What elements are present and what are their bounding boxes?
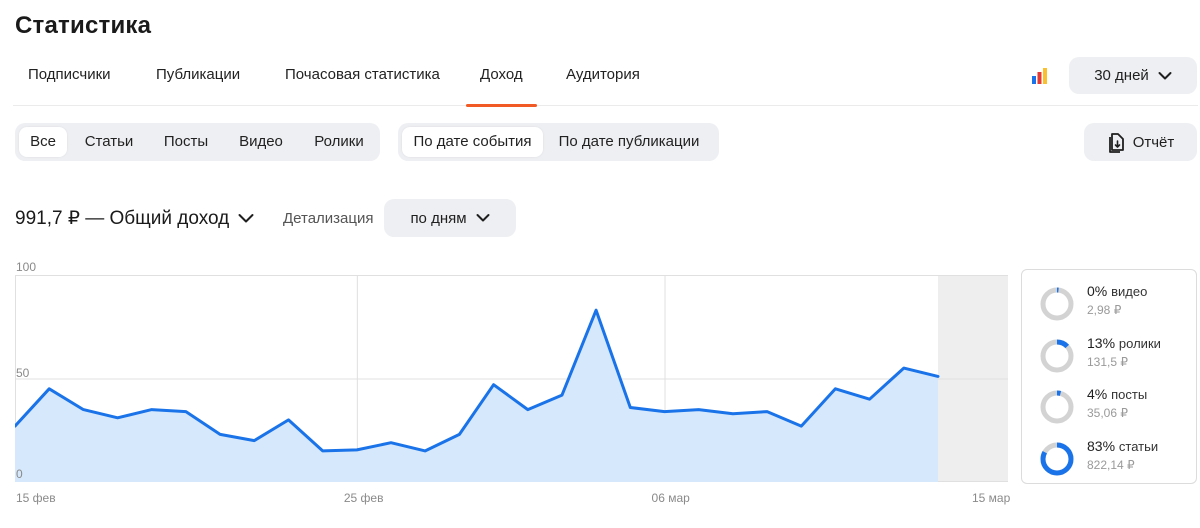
y-tick-label-0: 0 [16,467,23,481]
donut-track [1040,390,1074,424]
data-point-13 [457,432,461,436]
data-point-7 [252,439,256,443]
legend-category: видео [1111,284,1148,299]
legend-category: статьи [1118,439,1159,454]
tab-income[interactable]: Доход [466,66,537,107]
donut-articles [1040,442,1074,476]
data-point-22 [765,410,769,414]
chevron-down-icon [1158,71,1172,79]
data-point-1 [47,387,51,391]
data-point-9 [321,449,325,453]
x-tick-label-1: 25 фев [343,491,384,505]
legend-pct: 0% [1087,283,1108,299]
data-point-3 [116,416,120,420]
filter-video[interactable]: Видео [229,127,293,157]
data-point-15 [526,408,530,412]
legend-item-articles: 83% статьи 822,14 ₽ [1040,438,1190,478]
detail-value: по дням [410,209,467,227]
data-point-20 [697,408,701,412]
y-tick-label-100: 100 [16,260,37,274]
filter-by-publication-date[interactable]: По дате публикации [550,127,708,157]
income-breakdown-legend: 0% видео 2,98 ₽ 13% ролики 131,5 ₽ 4% по… [1021,269,1197,484]
chevron-down-icon [476,214,490,222]
legend-amount: 35,06 ₽ [1087,406,1128,420]
data-point-19 [663,410,667,414]
period-select[interactable]: 30 дней [1069,57,1197,94]
y-tick-label-50: 50 [16,365,30,380]
main-tabs: Подписчики Публикации Почасовая статисти… [13,58,1198,107]
detail-label: Детализация [283,210,374,227]
data-point-8 [287,418,291,422]
data-point-5 [184,410,188,414]
data-point-17 [594,308,598,312]
donut-posts [1040,390,1074,424]
x-tick-label-3: 15 мар [972,491,1011,505]
tab-hourly-stats[interactable]: Почасовая статистика [285,66,440,83]
total-income-selector[interactable]: 991,7 ₽ — Общий доход [15,207,254,230]
donut-video [1040,287,1074,321]
data-point-14 [492,383,496,387]
legend-category: посты [1111,387,1148,402]
data-point-4 [150,408,154,412]
data-point-27 [936,374,940,378]
tab-audience[interactable]: Аудитория [566,66,640,83]
chevron-down-icon [238,214,254,223]
page-title: Статистика [15,12,152,39]
data-point-10 [355,448,359,452]
date-mode-filter: По дате события По дате публикации [398,123,719,161]
income-chart-svg [13,275,1008,482]
legend-amount: 131,5 ₽ [1087,355,1128,369]
legend-amount: 822,14 ₽ [1087,458,1135,472]
data-point-21 [731,412,735,416]
report-label: Отчёт [1132,133,1175,151]
tab-publications[interactable]: Публикации [156,66,240,83]
legend-pct: 83% [1087,438,1116,454]
data-point-11 [389,441,393,445]
donut-track [1040,287,1074,321]
content-type-filter: Все Статьи Посты Видео Ролики [15,123,380,161]
legend-item-shorts: 13% ролики 131,5 ₽ [1040,335,1190,375]
data-point-24 [833,387,837,391]
legend-item-posts: 4% посты 35,06 ₽ [1040,386,1190,426]
legend-pct: 4% [1087,386,1108,402]
legend-item-video: 0% видео 2,98 ₽ [1040,283,1190,323]
data-point-26 [902,366,906,370]
donut-shorts [1040,339,1074,373]
data-point-12 [423,449,427,453]
period-label: 30 дней [1094,67,1149,84]
filter-shorts[interactable]: Ролики [303,127,375,157]
income-chart: 100 50 0 15 фев 25 фев 06 мар 15 мар [13,260,1010,505]
total-income-label: 991,7 ₽ — Общий доход [15,208,230,229]
filter-by-event-date[interactable]: По дате события [402,127,543,157]
detail-select[interactable]: по дням [384,199,516,237]
data-point-23 [799,424,803,428]
data-point-6 [218,432,222,436]
filter-all[interactable]: Все [19,127,67,157]
filter-posts[interactable]: Посты [153,127,219,157]
data-point-16 [560,393,564,397]
bar-logo-icon [1032,68,1047,84]
x-tick-label-2: 06 мар [651,491,690,505]
legend-pct: 13% [1087,335,1116,351]
legend-amount: 2,98 ₽ [1087,303,1122,317]
data-point-25 [868,397,872,401]
tab-subscribers[interactable]: Подписчики [28,66,111,83]
x-tick-label-0: 15 фев [16,491,56,505]
report-button[interactable]: Отчёт [1084,123,1197,161]
income-area [15,310,938,482]
legend-category: ролики [1118,336,1161,351]
report-icon [1108,133,1124,153]
data-point-2 [81,408,85,412]
filter-articles[interactable]: Статьи [75,127,143,157]
data-point-18 [628,406,632,410]
